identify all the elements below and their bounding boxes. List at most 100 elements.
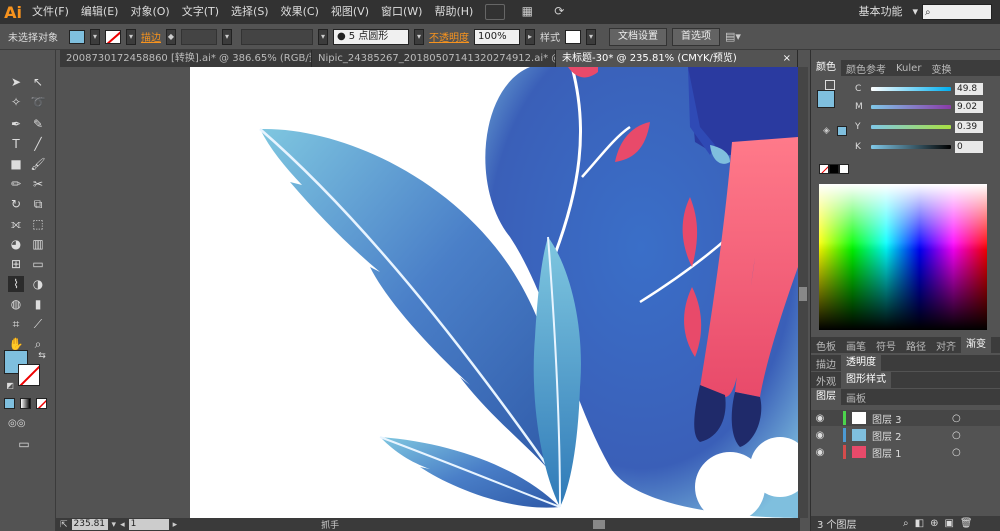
line-tool-icon[interactable]: ╱ [30,136,46,152]
direct-selection-tool-icon[interactable]: ↖ [30,74,46,90]
scrollbar-thumb[interactable] [799,287,807,301]
rectangle-tool-icon[interactable]: ■ [8,156,24,172]
magenta-slider[interactable]: M 9.02 [855,100,999,114]
variable-width-profile[interactable] [241,28,313,45]
none-color-swatch[interactable] [819,164,829,174]
prev-artboard-icon[interactable]: ◂ [120,520,125,530]
out-of-gamut-icon[interactable]: ◈ [823,126,830,136]
arrange-documents-icon[interactable]: ▦ [517,4,537,20]
fill-dropdown[interactable]: ▾ [90,28,100,45]
pen-tool-icon[interactable]: ✒ [8,116,24,132]
free-transform-tool-icon[interactable]: ⬚ [30,216,46,232]
tab-gradient[interactable]: 渐变 [961,337,991,353]
gpu-performance-icon[interactable]: ⟳ [549,4,569,20]
web-safe-swatch[interactable] [837,126,847,136]
black-swatch[interactable] [829,164,839,174]
eyedropper-tool-icon[interactable]: ⌇ [8,276,24,292]
brush-definition[interactable]: ● 5 点圆形 [333,28,409,45]
layer-name[interactable]: 图层 2 [872,428,952,443]
tab-align[interactable]: 对齐 [931,338,961,353]
none-mode-button[interactable] [36,398,47,409]
slice-tool-icon[interactable]: ⟋ [30,316,46,332]
menu-edit[interactable]: 编辑(E) [75,0,125,24]
magic-wand-tool-icon[interactable]: ✧ [8,94,24,110]
fill-swatch[interactable] [69,29,85,44]
layer-name[interactable]: 图层 1 [872,445,952,460]
workspace-switcher[interactable]: 基本功能 [852,0,908,24]
menu-view[interactable]: 视图(V) [325,0,375,24]
stroke-weight-dropdown[interactable]: ▾ [222,28,232,45]
curvature-tool-icon[interactable]: ✎ [30,116,46,132]
artboard-tool-icon[interactable]: ⌗ [8,316,24,332]
zoom-dropdown[interactable]: ▾ [112,520,117,530]
vertical-scrollbar[interactable] [798,67,808,518]
type-tool-icon[interactable]: T [8,136,24,152]
layer-target-icon[interactable]: ○ [952,413,961,424]
column-graph-tool-icon[interactable]: ▮ [30,296,46,312]
tab-brushes[interactable]: 画笔 [841,338,871,353]
perspective-grid-tool-icon[interactable]: ▥ [30,236,46,252]
tab-document-3[interactable]: 未标题-30* @ 235.81% (CMYK/预览) × [556,50,798,67]
visibility-eye-icon[interactable]: ◉ [811,430,829,441]
cyan-value[interactable]: 49.8 [955,83,983,95]
menu-help[interactable]: 帮助(H) [428,0,479,24]
width-tool-icon[interactable]: ⟗ [8,216,24,232]
locate-object-icon[interactable]: ⌕ [903,518,909,529]
lasso-tool-icon[interactable]: ➰ [30,94,46,110]
blend-tool-icon[interactable]: ◑ [30,276,46,292]
menu-file[interactable]: 文件(F) [26,0,75,24]
layer-row[interactable]: ◉ 图层 2 ○ [811,427,1000,443]
yellow-slider[interactable]: Y 0.39 [855,120,999,134]
black-value[interactable]: 0 [955,141,983,153]
tab-pathfinder[interactable]: 路径 [901,338,931,353]
make-clipping-mask-icon[interactable]: ◧ [915,518,924,529]
artboard[interactable] [190,67,798,518]
opacity-label[interactable]: 不透明度 [429,29,469,44]
yellow-value[interactable]: 0.39 [955,121,983,133]
tab-swatches[interactable]: 色板 [811,338,841,353]
arrange-icon[interactable]: ▤▾ [725,30,741,43]
new-sublayer-icon[interactable]: ⊕ [930,518,938,529]
magenta-value[interactable]: 9.02 [955,101,983,113]
opacity-field[interactable]: 100% [474,28,520,45]
style-dropdown[interactable]: ▾ [586,28,596,45]
default-colors-icon[interactable]: ◩ [2,378,18,394]
artboard-nav-icon[interactable]: ⇱ [60,520,68,530]
tab-document-1[interactable]: 20087301724588​60 [转换].ai* @ 386.65% (RG… [60,50,312,67]
visibility-eye-icon[interactable]: ◉ [811,447,829,458]
menu-effect[interactable]: 效果(C) [275,0,325,24]
stroke-dropdown[interactable]: ▾ [126,28,136,45]
white-swatch[interactable] [839,164,849,174]
mesh-tool-icon[interactable]: ⊞ [8,256,24,272]
draw-mode-icon[interactable]: ◎◎ [8,416,25,432]
close-tab-icon[interactable]: × [783,50,791,67]
tab-color[interactable]: 颜色 [811,60,841,76]
tab-symbols[interactable]: 符号 [871,338,901,353]
panel-stroke-swatch[interactable] [825,80,835,90]
artboard-number-field[interactable]: 1 [128,519,169,530]
stroke-label[interactable]: 描边 [141,29,161,44]
color-mode-button[interactable] [4,398,15,409]
selection-tool-icon[interactable]: ➤ [8,74,24,90]
tab-kuler[interactable]: Kuler [891,63,926,74]
layer-name[interactable]: 图层 3 [872,411,952,426]
horizontal-scroll-thumb[interactable] [593,520,606,529]
opacity-dropdown[interactable]: ▸ [525,28,535,45]
tab-graphic-styles[interactable]: 图形样式 [841,372,891,388]
zoom-field[interactable]: 235.81 [71,519,108,530]
pencil-tool-icon[interactable]: ✏ [8,176,24,192]
layer-row[interactable]: ◉ 图层 3 ○ [811,410,1000,426]
delete-layer-icon[interactable]: 🗑 [960,518,973,529]
next-artboard-icon[interactable]: ▸ [173,520,178,530]
symbol-sprayer-tool-icon[interactable]: ◍ [8,296,24,312]
brush-dropdown[interactable]: ▾ [414,28,424,45]
stroke-swatch[interactable] [105,29,121,44]
scissors-tool-icon[interactable]: ✂ [30,176,46,192]
tab-layers[interactable]: 图层 [811,389,841,405]
tab-transparency[interactable]: 透明度 [841,355,881,371]
gradient-tool-icon[interactable]: ▭ [30,256,46,272]
stroke-weight-field[interactable] [181,28,217,45]
bridge-icon[interactable] [485,4,506,20]
scale-tool-icon[interactable]: ⧉ [30,196,46,212]
gradient-mode-button[interactable] [20,398,31,409]
